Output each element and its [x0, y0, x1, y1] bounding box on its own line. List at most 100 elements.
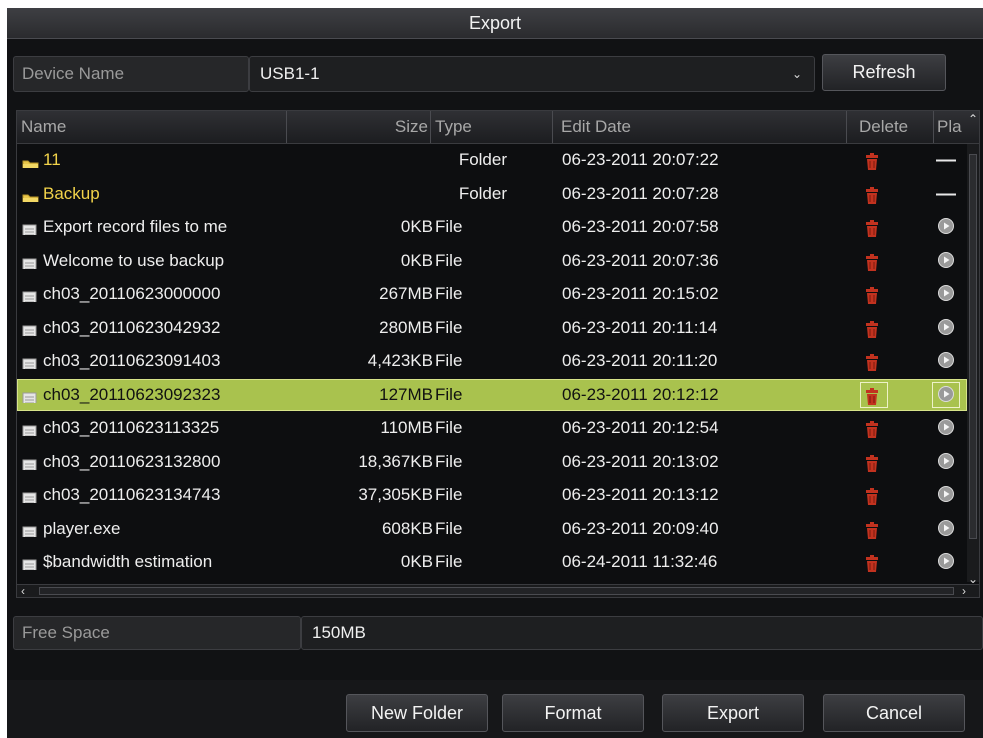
device-select[interactable]: USB1-1 ⌄	[249, 56, 815, 92]
file-type: File	[435, 217, 463, 236]
trash-icon[interactable]	[864, 552, 884, 572]
selection-highlight	[860, 381, 888, 408]
file-size: 608KB	[381, 518, 433, 538]
file-type: File	[435, 552, 463, 571]
header-delete[interactable]: Delete	[847, 111, 934, 143]
trash-icon[interactable]	[864, 184, 884, 204]
header-type[interactable]: Type	[431, 111, 553, 143]
scroll-right-icon[interactable]: ›	[962, 585, 966, 597]
edit-date: 06-23-2011 20:07:36	[562, 250, 719, 270]
play-icon[interactable]	[935, 217, 957, 237]
file-icon	[22, 487, 39, 503]
file-name: 11	[43, 150, 61, 169]
file-icon	[22, 353, 39, 369]
horizontal-scroll-thumb[interactable]	[39, 587, 954, 595]
file-row[interactable]: player.exe 608KB File 06-23-2011 20:09:40	[17, 513, 967, 545]
edit-date: 06-23-2011 20:07:22	[562, 150, 719, 169]
folder-row[interactable]: 11 Folder 06-23-2011 20:07:22 —	[17, 144, 967, 176]
scroll-up-icon[interactable]: ⌃	[968, 113, 978, 125]
device-select-value: USB1-1	[260, 64, 320, 83]
selection-outline	[17, 378, 967, 411]
file-name: ch03_20110623113325	[43, 418, 220, 437]
trash-icon[interactable]	[864, 485, 884, 505]
trash-icon[interactable]	[864, 519, 884, 539]
trash-icon[interactable]	[864, 251, 884, 271]
file-type: File	[435, 317, 463, 337]
scroll-left-icon[interactable]: ‹	[21, 585, 25, 597]
play-icon[interactable]	[935, 318, 957, 338]
file-name: ch03_20110623132800	[43, 451, 221, 471]
trash-icon[interactable]	[864, 284, 884, 304]
trash-icon[interactable]	[864, 217, 884, 237]
trash-icon[interactable]	[864, 318, 884, 338]
edit-date: 06-23-2011 20:13:02	[562, 451, 719, 471]
file-type: File	[435, 518, 463, 538]
file-name: ch03_20110623042932	[43, 317, 221, 337]
header-name[interactable]: Name	[17, 111, 287, 143]
file-table: Name Size Type Edit Date Delete Pla ⌃ 11…	[16, 110, 980, 598]
chevron-down-icon[interactable]: ⌄	[792, 57, 802, 91]
trash-icon[interactable]	[864, 351, 884, 371]
file-row[interactable]: ch03_20110623134743 37,305KB File 06-23-201…	[17, 479, 967, 511]
play-icon[interactable]	[935, 519, 957, 539]
file-type: File	[435, 485, 463, 504]
edit-date: 06-23-2011 20:07:58	[562, 217, 719, 236]
no-play-icon[interactable]: —	[935, 184, 957, 204]
file-row[interactable]: ch03_20110623042932 280MB File 06-23-2011 2…	[17, 312, 967, 344]
file-name: Backup	[43, 183, 100, 203]
file-row[interactable]: ch03_20110623132800 18,367KB File 06-23-201…	[17, 446, 967, 478]
file-icon	[22, 454, 39, 470]
no-play-icon[interactable]: —	[935, 150, 957, 170]
trash-icon[interactable]	[864, 150, 884, 170]
play-icon[interactable]	[935, 452, 957, 472]
file-size	[297, 144, 433, 176]
refresh-button[interactable]: Refresh	[822, 54, 946, 91]
file-size: 37,305KB	[358, 485, 433, 504]
file-row[interactable]: ch03_20110623091403 4,423KB File 06-23-2011…	[17, 345, 967, 377]
file-row[interactable]: Welcome to use backup 0KB File 06-23-2011 2…	[17, 245, 967, 277]
header-size[interactable]: Size	[287, 111, 431, 143]
play-icon[interactable]	[935, 485, 957, 505]
file-name: ch03_20110623091403	[43, 351, 221, 370]
cancel-button[interactable]: Cancel	[823, 694, 965, 732]
edit-date: 06-23-2011 20:11:14	[562, 317, 718, 337]
play-icon[interactable]	[935, 418, 957, 438]
play-icon[interactable]	[935, 284, 957, 304]
free-space-label: Free Space	[13, 616, 301, 650]
header-edit-date[interactable]: Edit Date	[553, 111, 847, 143]
trash-icon[interactable]	[864, 452, 884, 472]
edit-date: 06-23-2011 20:15:02	[562, 284, 719, 303]
selection-highlight	[932, 381, 960, 408]
file-size	[297, 178, 433, 210]
edit-date: 06-24-2011 11:32:46	[562, 552, 718, 571]
play-icon[interactable]	[935, 552, 957, 572]
export-button[interactable]: Export	[662, 694, 804, 732]
play-icon[interactable]	[935, 351, 957, 371]
free-space-row: Free Space 150MB	[13, 616, 983, 650]
table-header: Name Size Type Edit Date Delete Pla ⌃	[17, 111, 979, 144]
file-icon	[22, 521, 39, 537]
table-body: 11 Folder 06-23-2011 20:07:22 — Backup Folder…	[17, 144, 967, 584]
file-row[interactable]: $bandwidth estimation 0KB File 06-24-2011 1…	[17, 546, 967, 578]
file-row[interactable]: ch03_20110623113325 110MB File 06-23-2011 2…	[17, 412, 967, 444]
format-button[interactable]: Format	[502, 694, 644, 732]
folder-row[interactable]: Backup Folder 06-23-2011 20:07:28 —	[17, 178, 967, 210]
play-icon[interactable]	[935, 251, 957, 271]
trash-icon[interactable]	[864, 418, 884, 438]
new-folder-button[interactable]: New Folder	[346, 694, 488, 732]
vertical-scroll-thumb[interactable]	[969, 154, 977, 539]
free-space-value: 150MB	[301, 616, 983, 650]
file-name: Welcome to use backup	[43, 250, 225, 270]
file-row[interactable]: Export record files to me 0KB File 06-23-20…	[17, 211, 967, 243]
horizontal-scrollbar[interactable]: ‹ ›	[17, 584, 979, 597]
file-type: File	[435, 284, 463, 303]
file-row[interactable]: ch03_20110623000000 267MB File 06-23-2011 2…	[17, 278, 967, 310]
folder-icon	[22, 186, 39, 202]
edit-date: 06-23-2011 20:13:12	[562, 485, 719, 504]
file-icon	[22, 286, 39, 302]
vertical-scrollbar[interactable]	[967, 144, 979, 582]
file-type: File	[435, 451, 463, 471]
header-play[interactable]: Pla	[934, 111, 967, 143]
file-icon	[22, 420, 39, 436]
file-row[interactable]: ch03_20110623092323 127MB File 06-23-2011 2…	[17, 378, 967, 411]
